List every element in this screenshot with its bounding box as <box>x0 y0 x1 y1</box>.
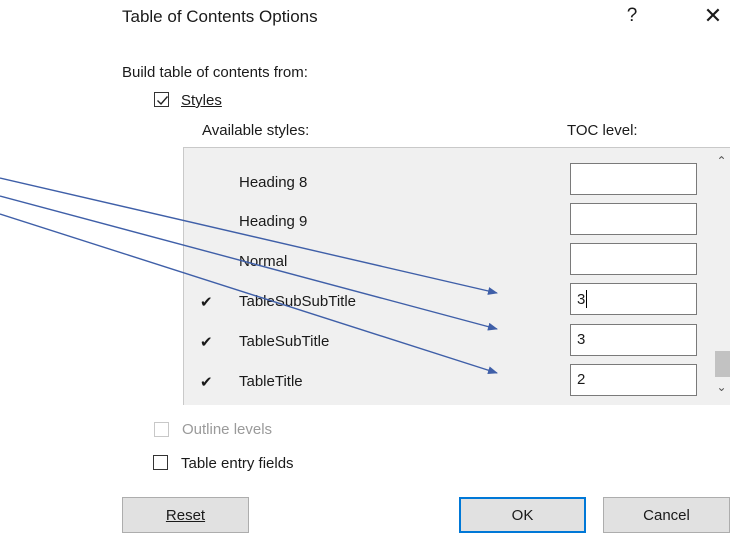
annotation-arrow <box>0 213 498 375</box>
annotation-arrow <box>0 195 498 331</box>
annotation-arrow <box>0 177 498 295</box>
annotation-arrows <box>0 177 498 375</box>
